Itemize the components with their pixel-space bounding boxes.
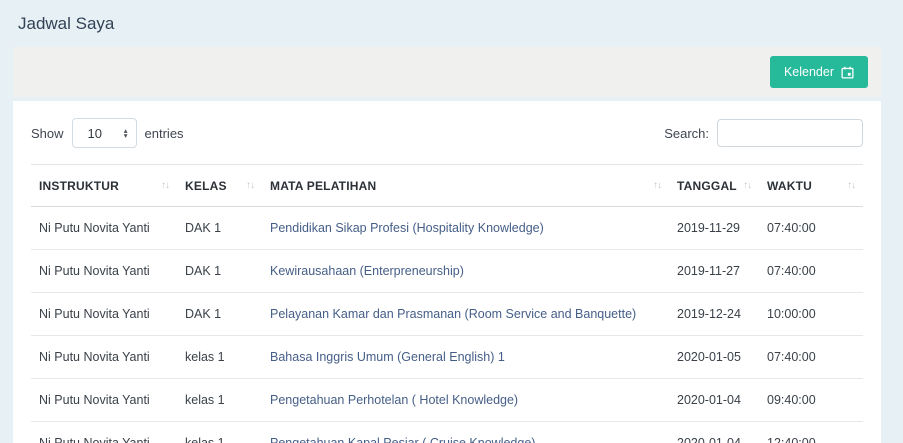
table-row: Ni Putu Novita Yanti DAK 1 Kewirausahaan… — [31, 250, 863, 293]
calendar-button-label: Kelender — [784, 65, 834, 79]
instructor-cell: Ni Putu Novita Yanti — [31, 379, 177, 422]
instructor-cell: Ni Putu Novita Yanti — [31, 422, 177, 443]
page-title: Jadwal Saya — [0, 0, 903, 47]
date-cell: 2019-12-24 — [669, 293, 759, 336]
column-header-mata-pelatihan[interactable]: Mata Pelatihan ↑↓ — [262, 165, 669, 207]
instructor-cell: Ni Putu Novita Yanti — [31, 207, 177, 250]
search-input[interactable] — [717, 119, 863, 147]
course-link-cell[interactable]: Kewirausahaan (Enterpreneurship) — [262, 250, 669, 293]
sort-icon: ↑↓ — [743, 180, 751, 191]
instructor-cell: Ni Putu Novita Yanti — [31, 293, 177, 336]
main-content: Kelender Show 10 ▴▾ e — [13, 47, 881, 443]
page-length-control: Show 10 ▴▾ entries — [31, 118, 184, 148]
toolbar: Kelender — [13, 47, 881, 97]
entries-label: entries — [145, 126, 184, 141]
sort-icon: ↑↓ — [653, 180, 661, 191]
table-header: Instruktur ↑↓ Kelas ↑↓ Mata Pelatihan ↑↓… — [31, 165, 863, 207]
column-header-kelas[interactable]: Kelas ↑↓ — [177, 165, 262, 207]
search-label: Search: — [664, 126, 709, 141]
class-cell: kelas 1 — [177, 379, 262, 422]
time-cell: 07:40:00 — [759, 207, 863, 250]
column-header-tanggal[interactable]: Tanggal ↑↓ — [669, 165, 759, 207]
time-cell: 07:40:00 — [759, 250, 863, 293]
search-control: Search: — [664, 119, 863, 147]
column-header-waktu[interactable]: Waktu ↑↓ — [759, 165, 863, 207]
instructor-cell: Ni Putu Novita Yanti — [31, 336, 177, 379]
show-label: Show — [31, 126, 64, 141]
sort-icon: ↑↓ — [246, 180, 254, 191]
time-cell: 12:40:00 — [759, 422, 863, 443]
date-cell: 2020-01-04 — [669, 379, 759, 422]
page-length-select[interactable]: 10 — [72, 118, 137, 148]
instructor-cell: Ni Putu Novita Yanti — [31, 250, 177, 293]
date-cell: 2020-01-05 — [669, 336, 759, 379]
datatable-controls: Show 10 ▴▾ entries Search: — [31, 118, 863, 148]
sort-icon: ↑↓ — [161, 180, 169, 191]
course-link-cell[interactable]: Pelayanan Kamar dan Prasmanan (Room Serv… — [262, 293, 669, 336]
class-cell: DAK 1 — [177, 293, 262, 336]
time-cell: 09:40:00 — [759, 379, 863, 422]
page-length-select-wrap: 10 ▴▾ — [72, 118, 137, 148]
schedule-table-body: Ni Putu Novita Yanti DAK 1 Pendidikan Si… — [31, 207, 863, 443]
course-link-cell[interactable]: Bahasa Inggris Umum (General English) 1 — [262, 336, 669, 379]
course-link-cell[interactable]: Pengetahuan Perhotelan ( Hotel Knowledge… — [262, 379, 669, 422]
course-link-cell[interactable]: Pendidikan Sikap Profesi (Hospitality Kn… — [262, 207, 669, 250]
class-cell: DAK 1 — [177, 207, 262, 250]
calendar-icon — [841, 66, 854, 79]
calendar-button[interactable]: Kelender — [770, 56, 868, 88]
date-cell: 2019-11-29 — [669, 207, 759, 250]
table-row: Ni Putu Novita Yanti kelas 1 Bahasa Ingg… — [31, 336, 863, 379]
schedule-card: Show 10 ▴▾ entries Search: — [13, 101, 881, 443]
schedule-table: Instruktur ↑↓ Kelas ↑↓ Mata Pelatihan ↑↓… — [31, 164, 863, 443]
date-cell: 2020-01-04 — [669, 422, 759, 443]
class-cell: kelas 1 — [177, 422, 262, 443]
sort-icon: ↑↓ — [847, 180, 855, 191]
table-row: Ni Putu Novita Yanti DAK 1 Pendidikan Si… — [31, 207, 863, 250]
class-cell: DAK 1 — [177, 250, 262, 293]
class-cell: kelas 1 — [177, 336, 262, 379]
table-row: Ni Putu Novita Yanti kelas 1 Pengetahuan… — [31, 379, 863, 422]
time-cell: 07:40:00 — [759, 336, 863, 379]
column-header-instruktur[interactable]: Instruktur ↑↓ — [31, 165, 177, 207]
date-cell: 2019-11-27 — [669, 250, 759, 293]
course-link-cell[interactable]: Pengetahuan Kapal Pesiar ( Cruise Knowle… — [262, 422, 669, 443]
table-row: Ni Putu Novita Yanti DAK 1 Pelayanan Kam… — [31, 293, 863, 336]
time-cell: 10:00:00 — [759, 293, 863, 336]
table-row: Ni Putu Novita Yanti kelas 1 Pengetahuan… — [31, 422, 863, 443]
